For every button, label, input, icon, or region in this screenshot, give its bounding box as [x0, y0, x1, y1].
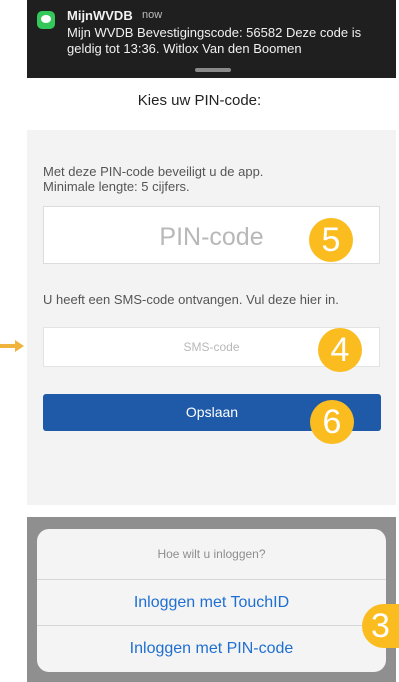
sms-notification-banner[interactable]: MijnWVDB now Mijn WVDB Bevestigingscode:… — [27, 0, 396, 78]
pin-intro-text: Met deze PIN-code beveiligt u de app. Mi… — [43, 164, 263, 194]
notification-app-name: MijnWVDB — [67, 8, 133, 23]
arrow-right-icon — [0, 340, 24, 352]
action-sheet-title: Hoe wilt u inloggen? — [157, 547, 266, 561]
login-touchid-option[interactable]: Inloggen met TouchID — [37, 579, 386, 625]
step-badge-4: 4 — [318, 328, 362, 372]
login-pin-option[interactable]: Inloggen met PIN-code — [37, 625, 386, 671]
page-title: Kies uw PIN-code: — [137, 92, 262, 109]
notification-time: now — [142, 9, 163, 21]
sms-instruction-text: U heeft een SMS-code ontvangen. Vul deze… — [43, 292, 339, 307]
step-badge-5: 5 — [309, 218, 353, 262]
login-action-sheet: Hoe wilt u inloggen? Inloggen met TouchI… — [37, 529, 386, 672]
step-badge-6: 6 — [310, 400, 354, 444]
step-badge-3: 3 — [362, 604, 399, 648]
messages-icon — [37, 11, 55, 29]
pin-intro-line-2: Minimale lengte: 5 cijfers. — [43, 179, 190, 194]
pin-form-panel: Met deze PIN-code beveiligt u de app. Mi… — [27, 130, 396, 505]
pin-intro-line-1: Met deze PIN-code beveiligt u de app. — [43, 164, 264, 179]
notification-drag-handle[interactable] — [195, 68, 231, 72]
login-action-sheet-backdrop: Hoe wilt u inloggen? Inloggen met TouchI… — [27, 517, 396, 682]
notification-message: Mijn WVDB Bevestigingscode: 56582 Deze c… — [67, 25, 362, 56]
